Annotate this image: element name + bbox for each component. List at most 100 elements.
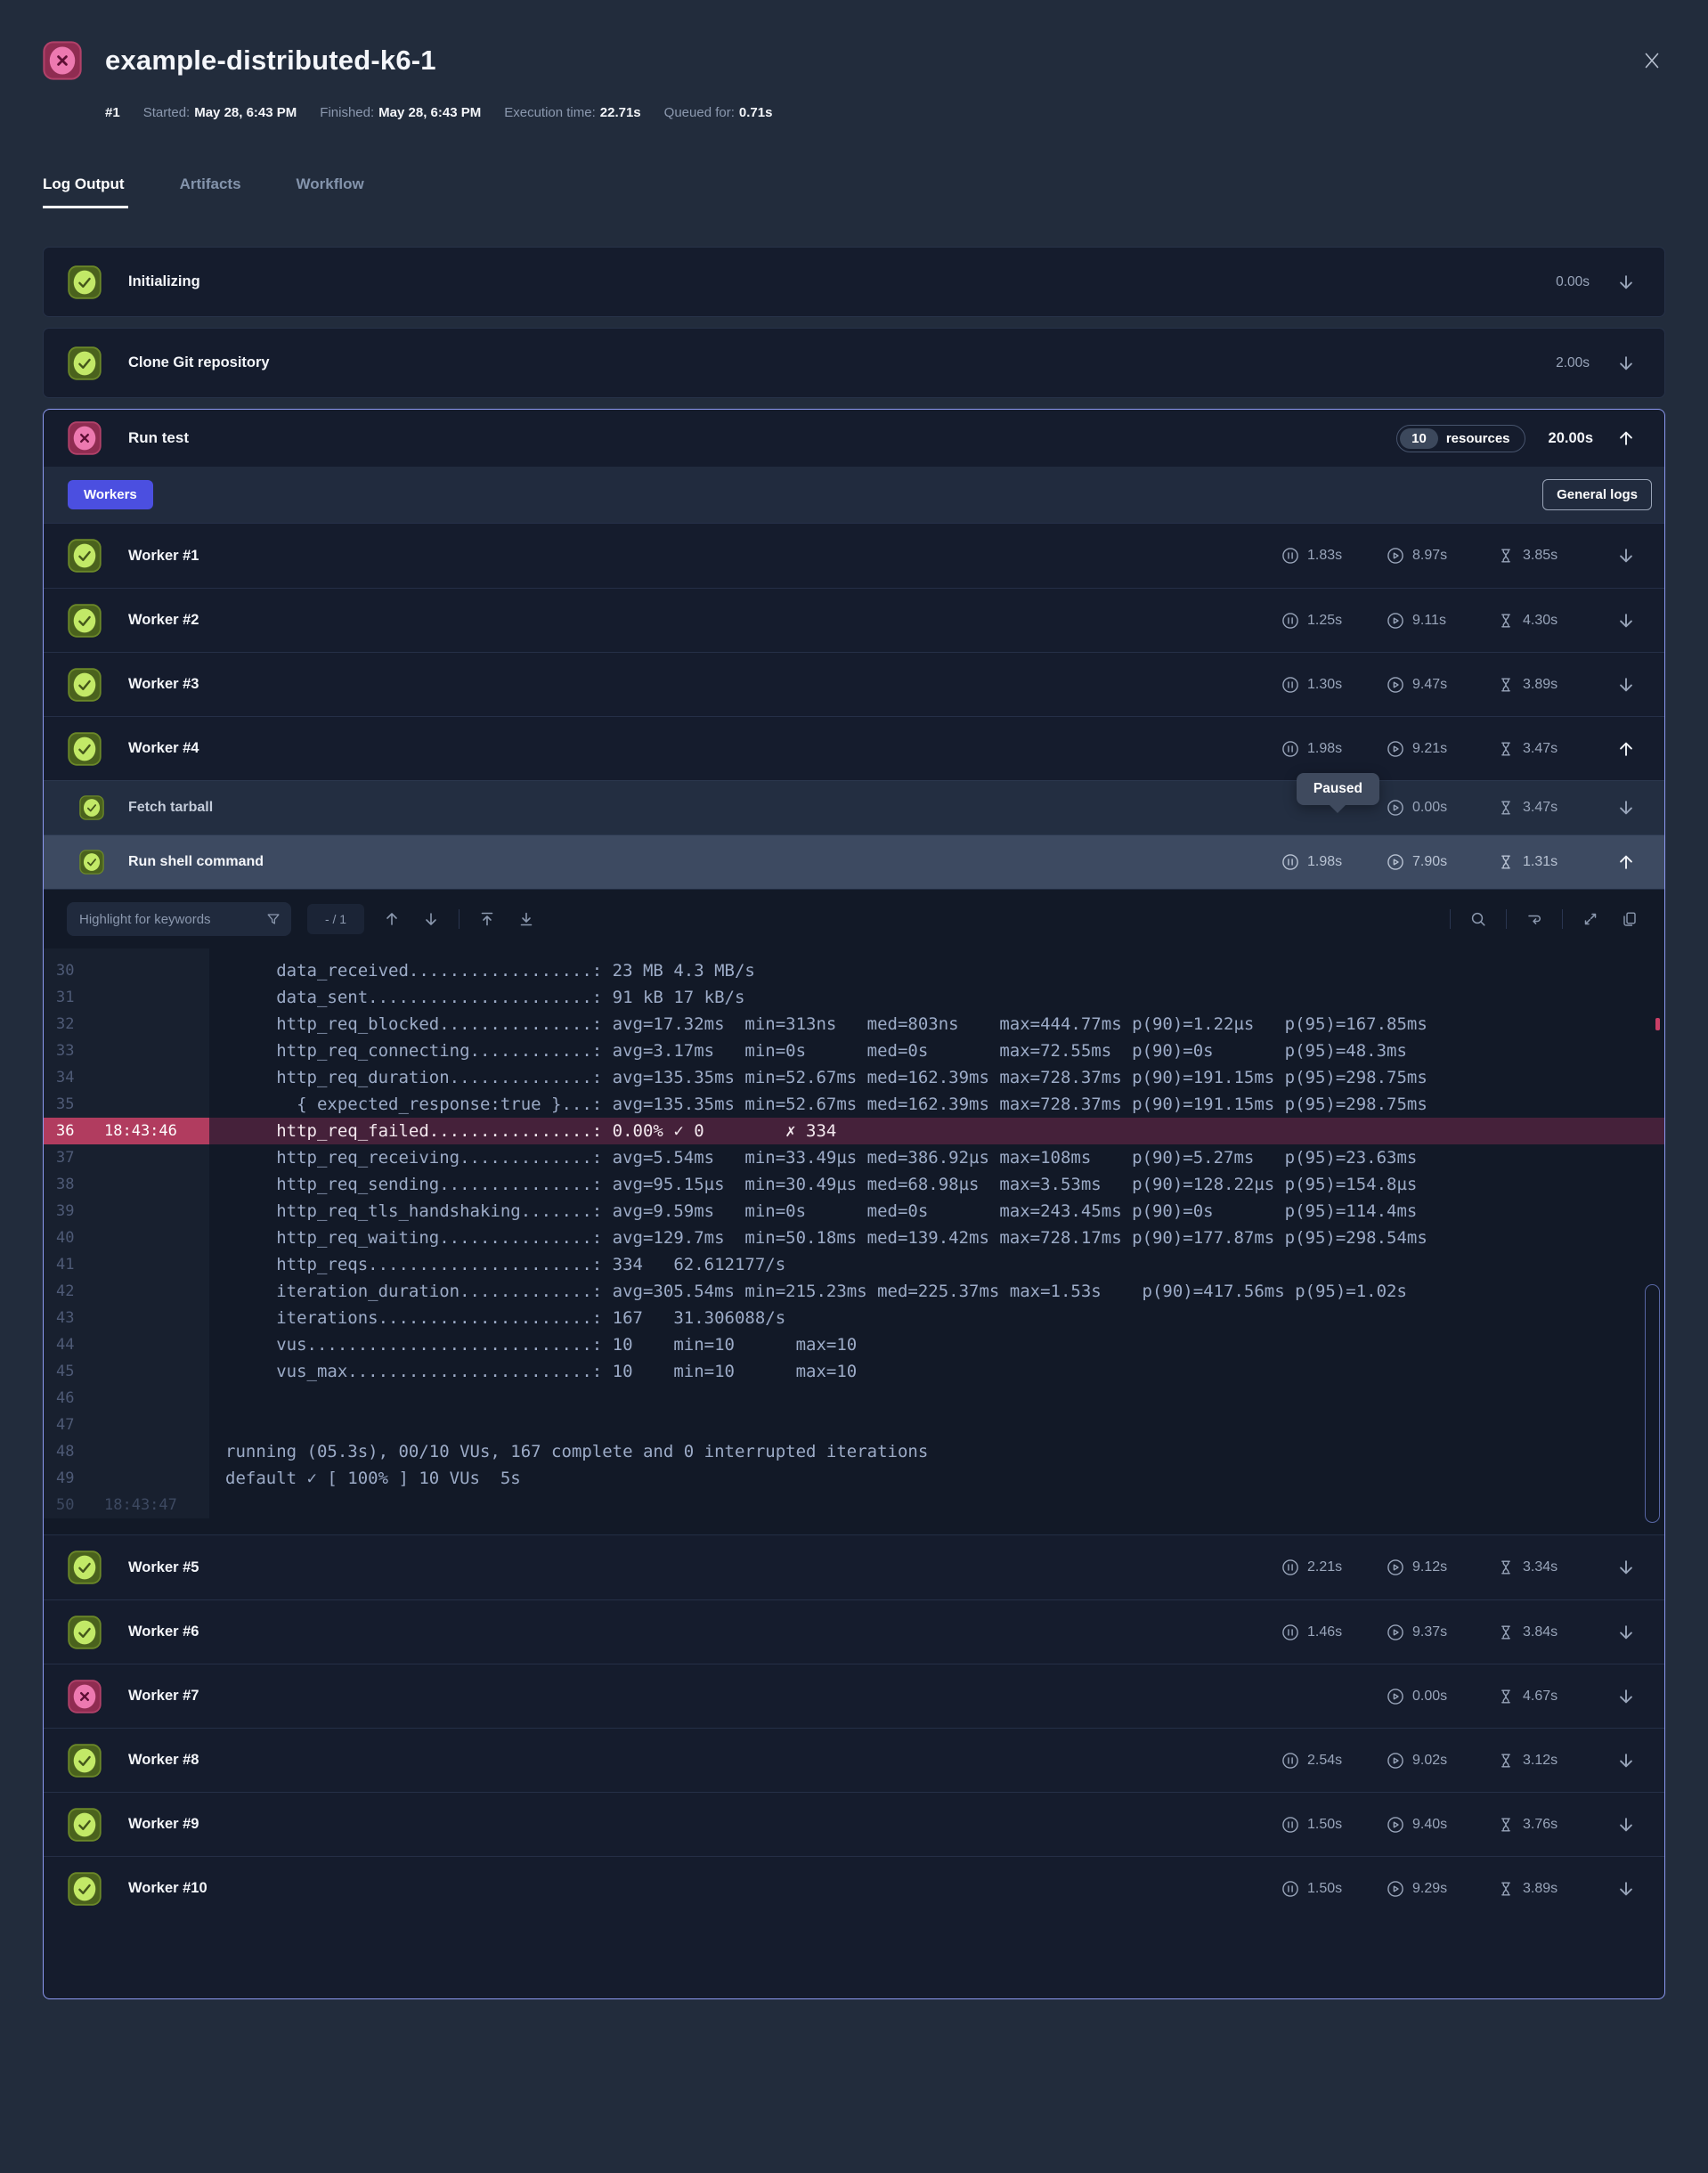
log-line: 34 http_req_duration..............: avg=… (44, 1064, 1664, 1091)
expand-collapse-arrow[interactable] (1616, 798, 1636, 818)
wrap-lines-button[interactable] (1523, 907, 1546, 931)
job-details-page: example-distributed-k6-1 #1 Started:May … (0, 39, 1708, 1999)
worker-row[interactable]: Worker #3 1.30s 9.47s 3.89s (44, 652, 1664, 716)
expand-collapse-arrow[interactable] (1616, 1623, 1636, 1642)
line-content: data_received..................: 23 MB 4… (209, 957, 1664, 984)
chevron-arrow-icon (1616, 1558, 1636, 1577)
expand-collapse-arrow[interactable] (1616, 739, 1636, 759)
worker-name: Worker #5 (128, 1559, 1255, 1576)
line-number: 42 (44, 1278, 93, 1305)
error-position-marker (1655, 1018, 1660, 1030)
expand-collapse-arrow[interactable] (1616, 1558, 1636, 1577)
line-number: 49 (44, 1465, 93, 1492)
worker-row[interactable]: Worker #8 2.54s 9.02s 3.12s (44, 1728, 1664, 1792)
tab-artifacts[interactable]: Artifacts (180, 175, 241, 193)
log-line: 47 (44, 1412, 1664, 1438)
line-timestamp (93, 1438, 209, 1465)
worker-row[interactable]: Worker #4 1.98s 9.21s 3.47s (44, 716, 1664, 780)
expand-collapse-arrow[interactable] (1616, 675, 1636, 695)
substep-row[interactable]: Run shell command 1.98s 7.90s 1.31s (44, 834, 1664, 889)
expand-collapse-arrow[interactable] (1616, 1815, 1636, 1835)
tab-workflow[interactable]: Workflow (297, 175, 364, 193)
expand-collapse-arrow[interactable] (1616, 546, 1636, 566)
expand-collapse-arrow[interactable] (1616, 354, 1636, 373)
general-logs-button[interactable]: General logs (1542, 479, 1652, 510)
run-test-header[interactable]: Run test 10 resources 20.00s (44, 410, 1664, 467)
worker-timings: 1.46s 9.37s 3.84s (1281, 1623, 1636, 1642)
step-name: Initializing (128, 273, 1529, 290)
expand-collapse-arrow[interactable] (1616, 1687, 1636, 1706)
play-icon (1387, 676, 1404, 694)
line-timestamp (93, 1331, 209, 1358)
queued-for: Queued for:0.71s (664, 105, 773, 120)
status-icon (68, 1808, 102, 1842)
search-button[interactable] (1467, 907, 1490, 931)
expand-collapse-arrow[interactable] (1616, 852, 1636, 872)
copy-logs-button[interactable] (1618, 907, 1641, 931)
log-line: 45 vus_max........................: 10 m… (44, 1358, 1664, 1385)
line-number: 41 (44, 1251, 93, 1278)
line-timestamp (93, 948, 209, 957)
fullscreen-button[interactable] (1579, 907, 1602, 931)
scroll-to-bottom-button[interactable] (515, 907, 538, 931)
tab-log-output[interactable]: Log Output (43, 175, 125, 193)
play-icon (1387, 612, 1404, 630)
finished-at: Finished:May 28, 6:43 PM (320, 105, 481, 120)
step-clone-git-repository[interactable]: Clone Git repository 2.00s (43, 328, 1665, 398)
status-icon (68, 1680, 102, 1713)
step-name: Clone Git repository (128, 354, 1529, 371)
log-line: 44 vus............................: 10 m… (44, 1331, 1664, 1358)
worker-row[interactable]: Worker #10 1.50s 9.29s 3.89s (44, 1856, 1664, 1920)
worker-timings: 1.50s 9.40s 3.76s (1281, 1815, 1636, 1835)
worker-row[interactable]: Worker #6 1.46s 9.37s 3.84s (44, 1599, 1664, 1664)
worker-row[interactable]: Worker #2 1.25s 9.11s 4.30s (44, 588, 1664, 652)
line-content: iterations.....................: 167 31.… (209, 1305, 1664, 1331)
pause-icon (1281, 853, 1299, 871)
paused-duration: 2.21s (1281, 1559, 1387, 1576)
line-timestamp (93, 1305, 209, 1331)
prev-match-button[interactable] (380, 907, 403, 931)
log-line: 30 data_received..................: 23 M… (44, 957, 1664, 984)
waiting-duration: 4.67s (1497, 1688, 1597, 1705)
waiting-duration: 3.85s (1497, 547, 1597, 565)
step-name: Run test (128, 429, 1370, 447)
divider (1506, 909, 1507, 929)
close-button[interactable] (1639, 47, 1665, 74)
play-icon (1387, 853, 1404, 871)
hourglass-icon (1497, 1752, 1515, 1770)
keyword-filter-input[interactable] (67, 902, 291, 936)
expand-collapse-arrow[interactable] (1616, 1751, 1636, 1770)
worker-name: Worker #2 (128, 612, 1255, 629)
line-content: http_req_connecting............: avg=3.1… (209, 1038, 1664, 1064)
worker-row[interactable]: Worker #1 1.83s 8.97s 3.85s (44, 524, 1664, 588)
step-duration: 2.00s (1556, 355, 1590, 371)
expand-collapse-arrow[interactable] (1616, 611, 1636, 631)
worker-name: Worker #1 (128, 548, 1255, 565)
expand-collapse-arrow[interactable] (1616, 1879, 1636, 1899)
collapse-arrow[interactable] (1616, 428, 1636, 448)
line-timestamp (93, 1011, 209, 1038)
scroll-to-top-button[interactable] (476, 907, 499, 931)
log-line: 41 http_reqs......................: 334 … (44, 1251, 1664, 1278)
chevron-down-icon (1616, 273, 1636, 292)
expand-collapse-arrow[interactable] (1616, 273, 1636, 292)
log-scrollbar-thumb[interactable] (1645, 1284, 1660, 1523)
status-icon (68, 1744, 102, 1778)
worker-name: Worker #3 (128, 676, 1255, 693)
worker-row[interactable]: Worker #9 1.50s 9.40s 3.76s (44, 1792, 1664, 1856)
line-content: data_sent......................: 91 kB 1… (209, 984, 1664, 1011)
worker-row[interactable]: Worker #5 2.21s 9.12s 3.34s (44, 1535, 1664, 1599)
log-line: 31 data_sent......................: 91 k… (44, 984, 1664, 1011)
line-content: http_req_sending...............: avg=95.… (209, 1171, 1664, 1198)
line-number: 33 (44, 1038, 93, 1064)
line-content (209, 1412, 1664, 1438)
running-duration: 9.37s (1387, 1624, 1497, 1641)
substep-row[interactable]: Fetch tarball 0.00s 3.47s Paused (44, 780, 1664, 834)
step-initializing[interactable]: Initializing 0.00s (43, 247, 1665, 317)
line-number: 44 (44, 1331, 93, 1358)
workers-tab[interactable]: Workers (68, 480, 153, 509)
next-match-button[interactable] (419, 907, 443, 931)
worker-row[interactable]: Worker #7 0.00s 4.67s (44, 1664, 1664, 1728)
close-icon (1641, 50, 1663, 71)
resources-count: 10 (1400, 428, 1438, 449)
